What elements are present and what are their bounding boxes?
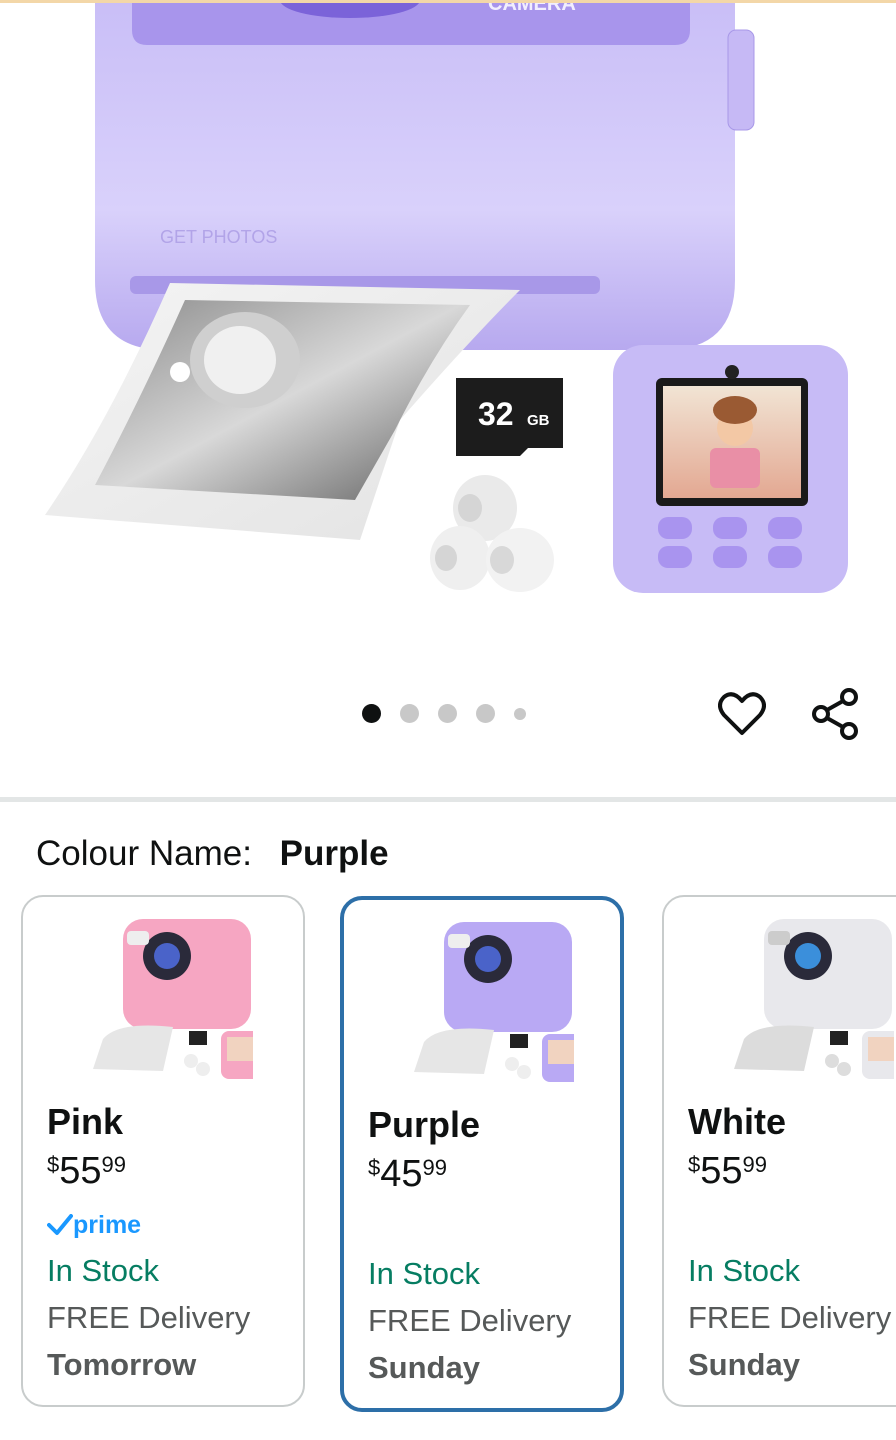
- price-symbol: $: [368, 1155, 381, 1180]
- variant-name: Pink: [47, 1101, 124, 1142]
- variant-price: $ 55 99: [688, 1149, 767, 1193]
- variant-price: $ 55 99: [47, 1149, 126, 1193]
- prime-badge: prime: [47, 1209, 141, 1241]
- price-cents: 99: [101, 1152, 127, 1177]
- variant-thumbnail: [734, 919, 894, 1079]
- share-icon: [812, 688, 858, 740]
- colour-name-label: Colour Name:: [36, 834, 252, 873]
- carousel-dot-1[interactable]: [362, 704, 381, 723]
- variant-selector: Pink $ 55 99 prime In Stock FREE Deliver…: [0, 895, 896, 1415]
- prime-label: prime: [73, 1210, 142, 1239]
- get-photos-label: GET PHOTOS: [160, 227, 277, 247]
- sd-card-size: 32: [478, 396, 514, 432]
- price-whole: 55: [59, 1150, 102, 1192]
- delivery-day: Tomorrow: [47, 1347, 197, 1382]
- colour-name-value: Purple: [279, 834, 389, 873]
- favorite-button[interactable]: [716, 688, 768, 740]
- delivery-text: FREE Delivery: [47, 1300, 251, 1335]
- product-image[interactable]: CAMERA GET PHOTOS 32 GB: [0, 0, 896, 800]
- variant-thumbnail: [414, 922, 574, 1082]
- checkmark-icon: [47, 1214, 73, 1235]
- delivery-text: FREE Delivery: [368, 1303, 572, 1338]
- variant-card-purple[interactable]: Purple $ 45 99 In Stock FREE Delivery Su…: [340, 896, 624, 1412]
- carousel-dot-3[interactable]: [438, 704, 457, 723]
- price-symbol: $: [688, 1152, 701, 1177]
- variant-name: White: [688, 1101, 786, 1142]
- delivery-day: Sunday: [368, 1350, 480, 1385]
- carousel-dots[interactable]: [362, 704, 526, 723]
- product-illustration: CAMERA GET PHOTOS 32 GB: [45, 0, 848, 593]
- sd-card-unit: GB: [527, 412, 550, 429]
- price-whole: 45: [380, 1153, 423, 1195]
- section-divider: [0, 797, 896, 802]
- price-whole: 55: [700, 1150, 743, 1192]
- colour-name-row: Colour Name: Purple: [36, 834, 389, 874]
- carousel-dot-2[interactable]: [400, 704, 419, 723]
- carousel-dot-5[interactable]: [514, 707, 526, 720]
- delivery-text: FREE Delivery: [688, 1300, 892, 1335]
- variant-card-pink[interactable]: Pink $ 55 99 prime In Stock FREE Deliver…: [21, 895, 305, 1407]
- carousel-dot-4[interactable]: [476, 704, 495, 723]
- stock-status: In Stock: [47, 1253, 159, 1288]
- share-button[interactable]: [809, 688, 861, 740]
- price-cents: 99: [742, 1152, 768, 1177]
- variant-thumbnail: [93, 919, 253, 1079]
- stock-status: In Stock: [368, 1256, 480, 1291]
- variant-card-white[interactable]: White $ 55 99 In Stock FREE Delivery Sun…: [662, 895, 896, 1407]
- price-symbol: $: [47, 1152, 60, 1177]
- delivery-day: Sunday: [688, 1347, 800, 1382]
- top-accent-line: [0, 0, 896, 3]
- heart-icon: [718, 692, 766, 735]
- variant-price: $ 45 99: [368, 1152, 447, 1196]
- stock-status: In Stock: [688, 1253, 800, 1288]
- price-cents: 99: [422, 1155, 448, 1180]
- variant-name: Purple: [368, 1104, 481, 1145]
